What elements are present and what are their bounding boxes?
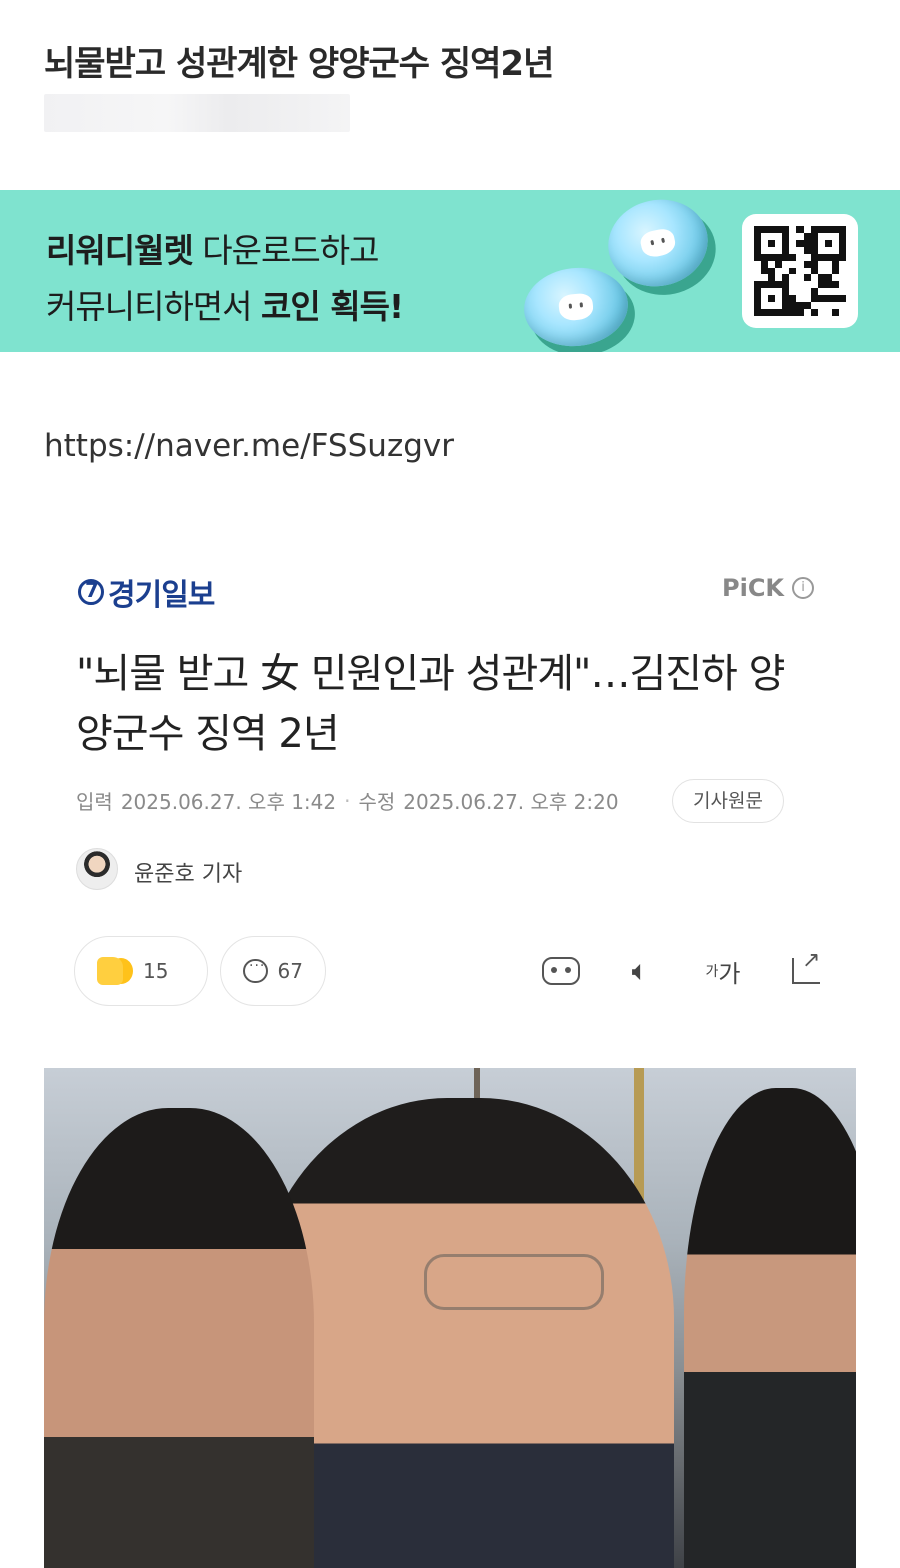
pick-label: PiCK bbox=[722, 574, 785, 602]
article-timestamps: 입력 2025.06.27. 오후 1:42 · 수정 2025.06.27. … bbox=[76, 786, 619, 815]
pick-badge: PiCK i bbox=[722, 574, 815, 602]
font-size-large-label: 가 bbox=[718, 959, 741, 988]
blurred-author-info bbox=[44, 94, 350, 132]
qr-code[interactable] bbox=[742, 214, 858, 328]
speaker-icon: 🔈︎ bbox=[631, 954, 649, 987]
reaction-count: 15 bbox=[143, 959, 169, 983]
comment-bubble-icon bbox=[243, 958, 268, 983]
share-button[interactable] bbox=[786, 948, 826, 994]
shared-link[interactable]: https://naver.me/FSSuzgvr bbox=[44, 428, 454, 464]
publisher-mark-icon bbox=[78, 578, 104, 605]
reaction-button[interactable]: 15 bbox=[74, 936, 208, 1006]
banner-line-2: 커뮤니티하면서 코인 획득! bbox=[46, 287, 404, 326]
coin-icon bbox=[600, 190, 716, 296]
summary-robot-button[interactable] bbox=[538, 948, 584, 994]
qr-code-pattern bbox=[754, 226, 846, 316]
edit-time: 2025.06.27. 오후 2:20 bbox=[403, 790, 619, 814]
publisher-logo[interactable]: 경기일보 bbox=[78, 570, 215, 614]
thumbs-up-icon bbox=[97, 957, 133, 985]
publisher-name: 경기일보 bbox=[108, 578, 215, 613]
rewardy-wallet-banner[interactable]: 리워디월렛 다운로드하고 커뮤니티하면서 코인 획득! bbox=[0, 190, 900, 352]
input-label: 입력 bbox=[76, 790, 113, 814]
banner-line-1: 리워디월렛 다운로드하고 bbox=[46, 231, 379, 270]
font-size-small-label: 가 bbox=[705, 964, 719, 980]
original-article-button[interactable]: 기사원문 bbox=[672, 779, 784, 823]
share-icon bbox=[792, 948, 820, 984]
post-title: 뇌물받고 성관계한 양양군수 징역2년 bbox=[44, 44, 554, 84]
edit-label: 수정 bbox=[358, 790, 396, 814]
person-left bbox=[44, 1108, 314, 1568]
text-to-speech-button[interactable]: 🔈︎ bbox=[620, 948, 660, 994]
coin-icon bbox=[520, 262, 632, 352]
person-right bbox=[684, 1088, 856, 1568]
input-time: 2025.06.27. 오후 1:42 bbox=[120, 790, 337, 814]
font-size-button[interactable]: 가가 bbox=[700, 948, 746, 994]
article-headline: "뇌물 받고 女 민원인과 성관계"…김진하 양양군수 징역 2년 bbox=[76, 651, 785, 757]
person-center bbox=[254, 1098, 674, 1568]
comment-count: 67 bbox=[277, 959, 303, 983]
robot-summary-icon bbox=[542, 957, 580, 985]
reporter-avatar[interactable] bbox=[76, 848, 118, 890]
separator-dot: · bbox=[344, 788, 351, 813]
comment-button[interactable]: 67 bbox=[220, 936, 326, 1006]
glasses bbox=[424, 1254, 604, 1310]
article-photo bbox=[44, 1068, 856, 1568]
reporter-name[interactable]: 윤준호 기자 bbox=[134, 856, 242, 888]
info-icon[interactable]: i bbox=[792, 577, 815, 599]
